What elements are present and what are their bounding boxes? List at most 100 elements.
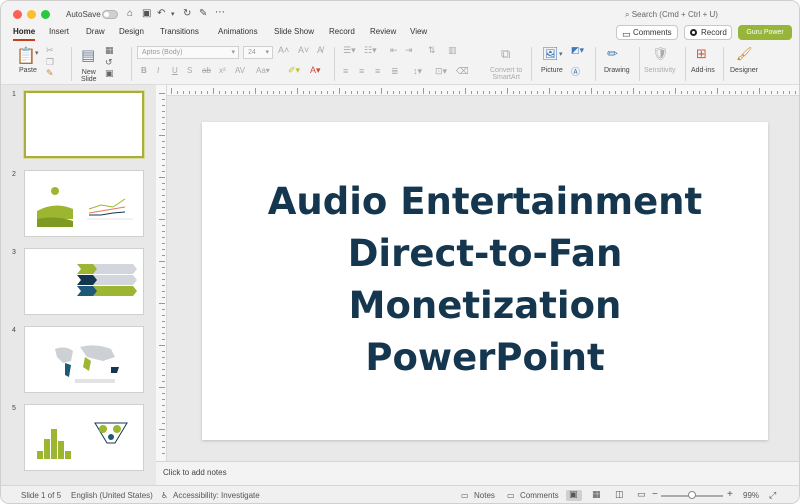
italic-icon[interactable]: I xyxy=(157,66,159,75)
clear-paragraph-icon[interactable]: ⌫ xyxy=(456,66,469,77)
slide-thumbnail-3[interactable] xyxy=(24,248,144,315)
highlight-icon[interactable]: ✐▾ xyxy=(288,65,300,76)
add-ins-label[interactable]: Add-ins xyxy=(691,67,715,74)
drawing-label[interactable]: Drawing xyxy=(604,67,630,74)
designer-icon[interactable]: 🖌 xyxy=(736,46,753,62)
font-color-icon[interactable]: A▾ xyxy=(310,65,321,76)
maximize-window-button[interactable] xyxy=(41,10,50,19)
tab-record[interactable]: Record xyxy=(329,27,355,36)
paste-icon[interactable]: 📋 xyxy=(16,46,36,66)
undo-icon[interactable]: ↶ xyxy=(157,8,165,19)
increase-indent-icon[interactable]: ⇥ xyxy=(405,45,413,56)
sensitivity-label[interactable]: Sensitivity xyxy=(644,67,676,74)
paste-dropdown-icon[interactable]: ▾ xyxy=(35,49,39,57)
tab-transitions[interactable]: Transitions xyxy=(160,27,199,36)
notes-toggle[interactable]: Notes xyxy=(474,491,495,500)
normal-view-button[interactable]: ▣ xyxy=(566,489,582,501)
comments-toggle[interactable]: Comments xyxy=(520,491,559,500)
notes-pane[interactable]: Click to add notes xyxy=(156,461,799,485)
zoom-slider-handle[interactable] xyxy=(688,491,696,499)
font-size-select[interactable]: 24 ▾ xyxy=(243,46,273,59)
convert-smartart-label[interactable]: Convert to SmartArt xyxy=(490,67,522,81)
tab-slide-show[interactable]: Slide Show xyxy=(274,27,314,36)
layout-icon[interactable]: ▦ xyxy=(105,45,114,56)
more-options-icon[interactable]: ⋯ xyxy=(215,7,225,18)
tab-home[interactable]: Home xyxy=(13,27,36,41)
accessibility-status[interactable]: Accessibility: Investigate xyxy=(173,491,260,500)
slide-thumbnail-1[interactable] xyxy=(24,91,144,158)
decrease-indent-icon[interactable]: ⇤ xyxy=(390,45,398,56)
close-window-button[interactable] xyxy=(13,10,22,19)
record-button[interactable]: Record xyxy=(684,25,732,40)
vertical-ruler[interactable] xyxy=(156,85,167,461)
justify-icon[interactable]: ≣ xyxy=(391,66,399,77)
undo-dropdown-icon[interactable]: ▾ xyxy=(171,10,175,18)
reset-icon[interactable]: ↺ xyxy=(105,57,113,68)
fit-to-window-icon[interactable]: ⤢ xyxy=(769,490,776,501)
slide-sorter-button[interactable]: ▦ xyxy=(589,489,605,501)
align-text-icon[interactable]: ⊡▾ xyxy=(435,66,447,77)
bullets-icon[interactable]: ☰▾ xyxy=(343,45,356,56)
home-icon[interactable]: ⌂ xyxy=(127,8,133,19)
clear-format-icon[interactable]: A̸ xyxy=(317,45,323,55)
cut-icon[interactable]: ✂ xyxy=(46,45,54,56)
drawing-icon[interactable]: ✏ xyxy=(607,46,618,62)
tab-insert[interactable]: Insert xyxy=(49,27,69,36)
tab-draw[interactable]: Draw xyxy=(86,27,105,36)
new-slide-icon[interactable]: ▤ xyxy=(81,46,95,64)
zoom-level[interactable]: 99% xyxy=(743,491,759,500)
align-right-icon[interactable]: ≡ xyxy=(375,66,380,76)
search-field[interactable]: ⌕ Search (Cmd + Ctrl + U) xyxy=(625,10,718,20)
slideshow-button[interactable]: ▭ xyxy=(634,489,650,501)
change-case-icon[interactable]: Aa▾ xyxy=(256,66,270,75)
copy-icon[interactable]: ❐ xyxy=(46,57,54,68)
tab-view[interactable]: View xyxy=(410,27,427,36)
section-icon[interactable]: ▣ xyxy=(105,68,114,79)
minimize-window-button[interactable] xyxy=(27,10,36,19)
add-ins-icon[interactable]: ⊞ xyxy=(696,46,707,62)
zoom-out-icon[interactable]: − xyxy=(652,489,658,500)
tab-review[interactable]: Review xyxy=(370,27,396,36)
increase-font-icon[interactable]: A˄ xyxy=(278,45,289,55)
line-spacing-icon[interactable]: ↕▾ xyxy=(413,66,422,77)
picture-label[interactable]: Picture xyxy=(541,67,563,74)
decrease-font-icon[interactable]: A˅ xyxy=(298,45,309,55)
language-indicator[interactable]: English (United States) xyxy=(71,491,153,500)
columns-icon[interactable]: ▥ xyxy=(448,45,457,56)
align-center-icon[interactable]: ≡ xyxy=(359,66,364,76)
redo-icon[interactable]: ↻ xyxy=(183,8,191,19)
smartart-icon[interactable]: ⧉ xyxy=(501,46,510,62)
bold-icon[interactable]: B xyxy=(141,66,147,75)
textbox-icon[interactable]: Ⓐ xyxy=(571,65,580,78)
new-slide-label[interactable]: New Slide xyxy=(81,69,97,83)
strikethrough-icon[interactable]: ab xyxy=(202,66,211,75)
autosave-toggle[interactable] xyxy=(102,10,118,19)
text-direction-icon[interactable]: ⇅ xyxy=(428,45,436,56)
comments-button[interactable]: ▭ Comments xyxy=(616,25,678,40)
designer-label[interactable]: Designer xyxy=(730,67,758,74)
zoom-in-icon[interactable]: + xyxy=(727,489,733,500)
picture-dropdown-icon[interactable]: ▾ xyxy=(559,50,563,58)
format-painter-icon[interactable]: ✎ xyxy=(46,68,54,79)
horizontal-ruler[interactable] xyxy=(167,85,799,96)
slide-thumbnail-4[interactable] xyxy=(24,326,144,393)
picture-icon[interactable]: 🖼 xyxy=(542,46,559,62)
slide-thumbnail-5[interactable] xyxy=(24,404,144,471)
save-icon[interactable]: ▣ xyxy=(142,8,151,19)
tab-animations[interactable]: Animations xyxy=(218,27,258,36)
shadow-icon[interactable]: S xyxy=(187,66,192,75)
align-left-icon[interactable]: ≡ xyxy=(343,66,348,76)
font-name-select[interactable]: Aptos (Body) ▾ xyxy=(137,46,239,59)
format-painter-qa-icon[interactable]: ✎ xyxy=(199,8,207,19)
current-slide[interactable]: Audio Entertainment Direct-to-Fan Moneti… xyxy=(202,122,768,440)
tab-design[interactable]: Design xyxy=(119,27,144,36)
underline-icon[interactable]: U xyxy=(172,66,178,75)
char-spacing-icon[interactable]: AV xyxy=(235,66,245,75)
slide-title[interactable]: Audio Entertainment Direct-to-Fan Moneti… xyxy=(202,176,768,384)
slide-thumbnail-2[interactable] xyxy=(24,170,144,237)
numbering-icon[interactable]: ☷▾ xyxy=(364,45,377,56)
reading-view-button[interactable]: ◫ xyxy=(612,489,628,501)
sensitivity-icon[interactable]: 🛡 xyxy=(652,46,669,62)
superscript-icon[interactable]: x² xyxy=(219,66,226,75)
shapes-icon[interactable]: ◩▾ xyxy=(571,45,584,56)
